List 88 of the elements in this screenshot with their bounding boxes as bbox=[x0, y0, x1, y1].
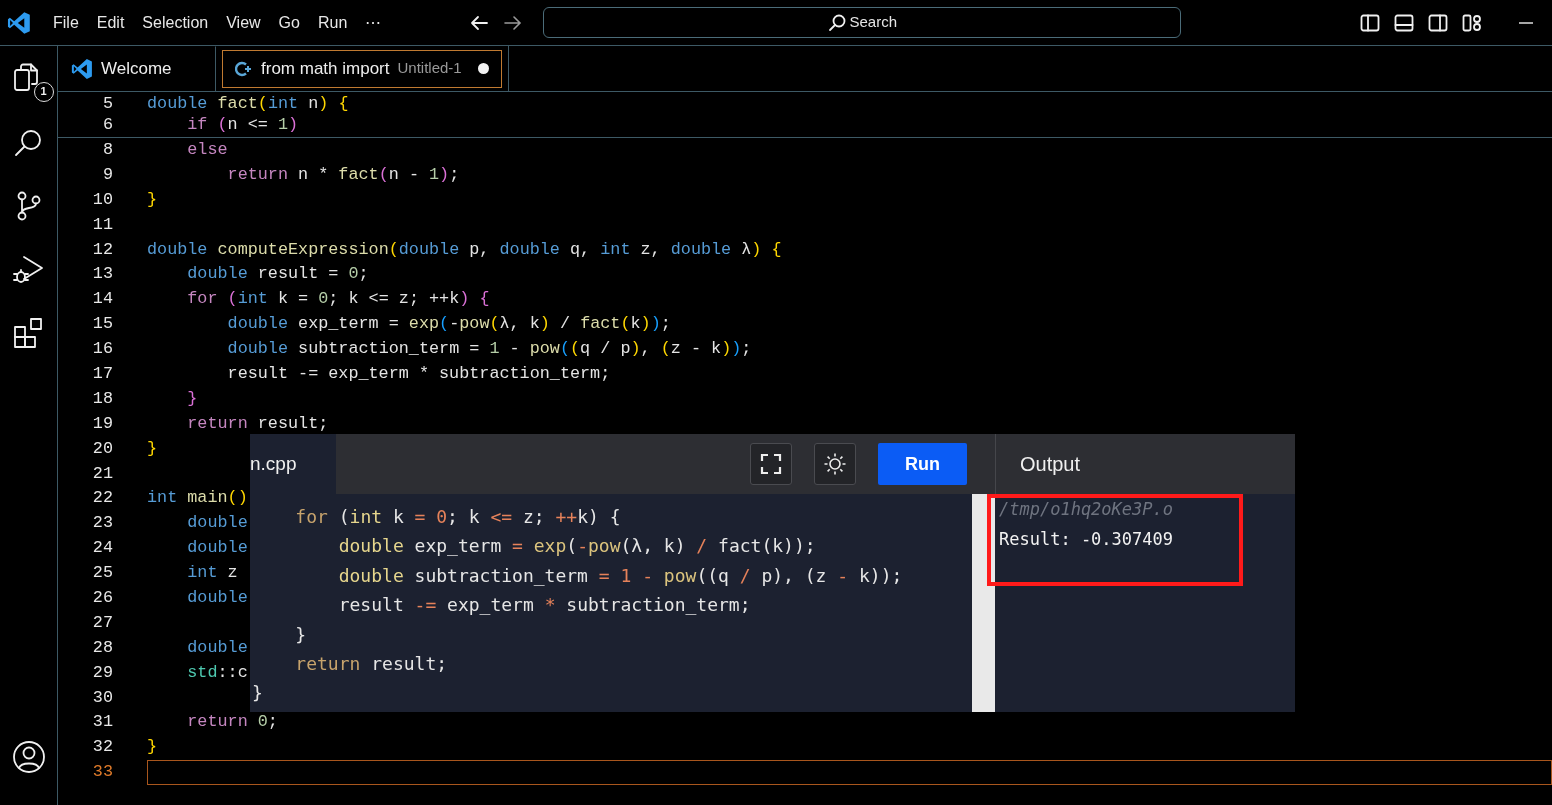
theme-button[interactable] bbox=[814, 443, 856, 485]
run-button[interactable]: Run bbox=[878, 443, 967, 485]
code-line: double subtraction_term = 1 - pow((q / p), (z - k)); bbox=[337, 563, 904, 588]
line-number: 19 bbox=[91, 412, 114, 435]
fullscreen-icon bbox=[760, 453, 782, 475]
file-path: /tmp/o1hq2oKe3P.o bbox=[999, 498, 1174, 521]
line-number: 12 bbox=[91, 238, 114, 261]
search-icon bbox=[827, 13, 846, 32]
code-line: return result; bbox=[186, 412, 329, 435]
line-number: 9 bbox=[101, 163, 114, 186]
line-number: 15 bbox=[91, 313, 114, 336]
line-number: 17 bbox=[91, 363, 114, 385]
line-number: 32 bbox=[91, 736, 114, 759]
code-line: double exp_term = exp(-pow(λ, k) / fact(k)); bbox=[337, 534, 817, 559]
code-line: } bbox=[186, 387, 198, 410]
line-number: 27 bbox=[91, 611, 114, 634]
line-number: 5 bbox=[101, 94, 114, 115]
menu-item[interactable]: View bbox=[218, 10, 269, 35]
line-number: 33 bbox=[91, 761, 114, 784]
sidebar-layout-icon[interactable] bbox=[1360, 12, 1380, 33]
account-icon[interactable] bbox=[11, 740, 46, 774]
code-line: else bbox=[186, 139, 228, 161]
count-badge: 1 bbox=[33, 82, 54, 102]
menu-item[interactable]: ⋯ bbox=[357, 10, 390, 35]
fullscreen-button[interactable] bbox=[750, 443, 792, 485]
line-number: 20 bbox=[91, 437, 114, 460]
panel-layout-icon[interactable] bbox=[1394, 12, 1414, 33]
code-line: double subtraction_term = 1 - pow((q / p), (z - k)); bbox=[226, 338, 752, 361]
line-number: 22 bbox=[91, 487, 114, 510]
code-line: return n * fact(n - 1); bbox=[226, 163, 460, 186]
line-number: 13 bbox=[91, 263, 114, 286]
code-line: double bbox=[186, 537, 248, 560]
menu-item[interactable]: File bbox=[45, 10, 87, 35]
line-number: 31 bbox=[91, 711, 114, 734]
line-number: 24 bbox=[91, 537, 114, 560]
code-line: double bbox=[186, 636, 248, 659]
menu-item[interactable]: Go bbox=[270, 10, 308, 35]
code-line: return 0; bbox=[186, 711, 278, 734]
editor-tab[interactable]: Welcome bbox=[58, 45, 216, 92]
line-number: 11 bbox=[91, 213, 114, 236]
play-bug-icon[interactable] bbox=[11, 253, 46, 285]
code-line: } bbox=[147, 188, 158, 211]
line-number: 18 bbox=[91, 387, 114, 410]
logo-icon[interactable] bbox=[7, 10, 31, 35]
code-line: } bbox=[147, 437, 158, 460]
line-number: 8 bbox=[101, 139, 114, 161]
code-line: int main() bbox=[147, 487, 248, 510]
line-number: 6 bbox=[101, 114, 114, 135]
line-number: 21 bbox=[91, 462, 114, 485]
code-line: double fact(int n) { bbox=[147, 94, 349, 115]
code-line: double computeExpression(double p, double q, int z, double λ) { bbox=[147, 238, 782, 261]
line-number: 16 bbox=[91, 338, 114, 361]
code-line: std::c bbox=[186, 661, 248, 684]
layout-grid-icon[interactable] bbox=[1462, 12, 1482, 33]
line-number: 25 bbox=[91, 562, 114, 585]
line-number: 28 bbox=[91, 636, 114, 659]
line-number: 26 bbox=[91, 587, 114, 610]
code-line: int z bbox=[186, 562, 238, 585]
file-tab[interactable]: n.cpp bbox=[250, 434, 336, 494]
editor-tab[interactable]: from math import Untitled-1 bbox=[222, 49, 502, 88]
cpp-file-icon bbox=[235, 59, 253, 78]
secondary-sidebar-icon[interactable] bbox=[1428, 12, 1448, 33]
code-line: result -= exp_term * subtraction_term; bbox=[337, 593, 752, 618]
logo-icon[interactable] bbox=[71, 57, 93, 80]
code-line: result -= exp_term * subtraction_term; bbox=[226, 363, 611, 385]
sun-icon bbox=[823, 452, 847, 476]
code-line: for (int k = 0; k <= z; ++k) { bbox=[294, 505, 622, 529]
code-line: double exp_term = exp(-pow(λ, k) / fact(k)); bbox=[226, 313, 671, 336]
line-number: 30 bbox=[91, 686, 114, 709]
menu-item[interactable]: Run bbox=[309, 10, 356, 35]
code-line: double bbox=[186, 587, 248, 610]
menu-item[interactable]: Edit bbox=[88, 10, 133, 35]
code-line: return result; bbox=[294, 651, 449, 676]
search-bar[interactable]: Search bbox=[543, 7, 1182, 38]
code-line: if (n <= 1) bbox=[186, 114, 299, 135]
line-number: 23 bbox=[91, 512, 114, 535]
code-line: double bbox=[186, 512, 248, 535]
code-line: } bbox=[147, 736, 158, 759]
line-number: 10 bbox=[91, 188, 114, 211]
menu-item[interactable]: Selection bbox=[134, 10, 217, 35]
line-number: 14 bbox=[91, 288, 114, 311]
code-line: } bbox=[294, 622, 308, 647]
code-line: for (int k = 0; k <= z; ++k) { bbox=[186, 288, 490, 311]
output-text: Result: -0.307409 bbox=[999, 528, 1174, 551]
output-heading: Output bbox=[995, 434, 1295, 494]
code-line: } bbox=[251, 681, 264, 706]
code-line: double result = 0; bbox=[186, 263, 369, 286]
line-number: 29 bbox=[91, 661, 114, 684]
